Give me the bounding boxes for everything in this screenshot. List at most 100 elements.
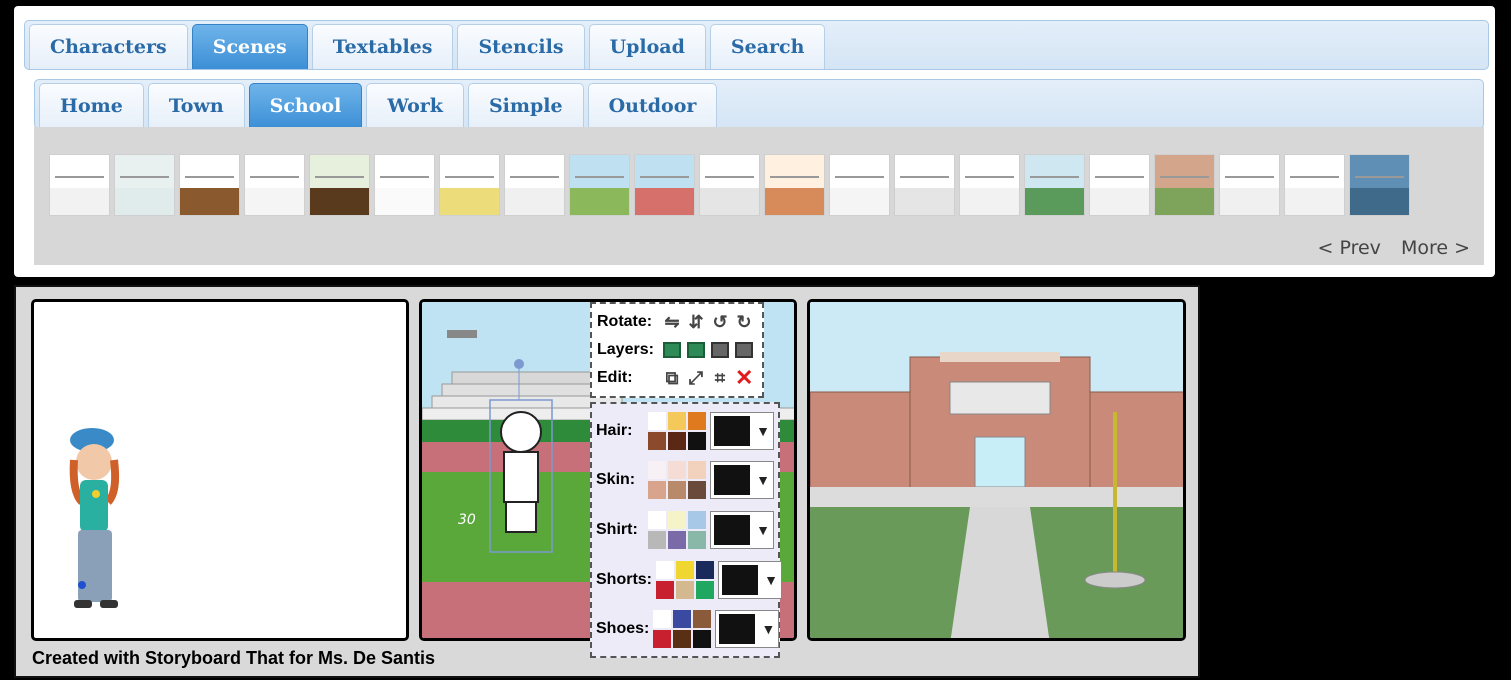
scene-thumbnail[interactable] [309, 154, 370, 216]
color-swatch[interactable] [656, 580, 674, 599]
crop-icon[interactable]: ⌗ [711, 369, 729, 387]
color-swatch[interactable] [688, 411, 706, 430]
scene-thumbnail[interactable] [764, 154, 825, 216]
scene-thumbnail[interactable] [1024, 154, 1085, 216]
scene-thumbnail[interactable] [374, 154, 435, 216]
more-button[interactable]: More > [1401, 237, 1470, 259]
color-swatch[interactable] [688, 461, 706, 480]
scene-thumbnail[interactable] [959, 154, 1020, 216]
color-swatch[interactable] [673, 610, 692, 629]
scene-thumbnail[interactable] [49, 154, 110, 216]
color-swatch[interactable] [653, 610, 672, 629]
send-backward-icon[interactable] [711, 342, 729, 358]
color-swatch[interactable] [676, 560, 694, 579]
color-picker-dropdown[interactable]: ▼ [710, 510, 774, 549]
subtab-work[interactable]: Work [366, 83, 464, 128]
color-swatch[interactable] [648, 461, 666, 480]
flip-horizontal-icon[interactable]: ⇋ [663, 313, 681, 331]
bring-to-front-icon[interactable] [663, 342, 681, 358]
scene-thumbnail[interactable] [829, 154, 890, 216]
scene-thumbnail[interactable] [244, 154, 305, 216]
copy-icon[interactable]: ⧉ [663, 369, 681, 387]
scene-thumbnail-detail [184, 176, 235, 178]
color-swatch[interactable] [693, 610, 712, 629]
resize-icon[interactable]: ⤢ [687, 369, 705, 387]
color-picker-dropdown[interactable]: ▼ [715, 610, 780, 649]
color-swatch[interactable] [688, 431, 706, 450]
prev-button[interactable]: < Prev [1318, 237, 1381, 259]
school-building-scene [810, 302, 1183, 638]
subtab-outdoor[interactable]: Outdoor [587, 83, 718, 128]
scene-thumbnail[interactable] [634, 154, 695, 216]
color-swatch[interactable] [688, 530, 706, 549]
send-to-back-icon[interactable] [735, 342, 753, 358]
tab-scenes[interactable]: Scenes [191, 24, 308, 69]
color-swatch[interactable] [693, 630, 712, 649]
scene-thumbnail[interactable] [179, 154, 240, 216]
color-picker-dropdown[interactable]: ▼ [710, 461, 774, 500]
scene-thumbnail[interactable] [569, 154, 630, 216]
color-swatch[interactable] [668, 530, 686, 549]
library-panel: Characters Scenes Textables Stencils Upload S… [14, 6, 1495, 277]
scene-thumbnail[interactable] [1089, 154, 1150, 216]
color-swatch[interactable] [696, 560, 714, 579]
color-row-label: Shorts: [596, 570, 652, 588]
tab-search[interactable]: Search [709, 24, 826, 69]
rotate-left-icon[interactable]: ↺ [711, 313, 729, 331]
storyboard-cell-3[interactable] [807, 299, 1186, 641]
color-swatch[interactable] [668, 481, 686, 500]
scene-thumbnail[interactable] [504, 154, 565, 216]
color-swatch[interactable] [668, 461, 686, 480]
color-swatch[interactable] [648, 431, 666, 450]
tab-characters[interactable]: Characters [29, 24, 188, 69]
flip-vertical-icon[interactable]: ⇵ [687, 313, 705, 331]
scene-thumbnail[interactable] [699, 154, 760, 216]
color-swatch[interactable] [648, 510, 666, 529]
color-swatch[interactable] [688, 510, 706, 529]
scene-thumbnail-ground [1155, 188, 1214, 215]
scene-thumbnail-detail [964, 176, 1015, 178]
scene-thumbnail-ground [1285, 188, 1344, 215]
color-swatch[interactable] [648, 481, 666, 500]
pager: < Prev More > [1318, 237, 1470, 259]
bring-forward-icon[interactable] [687, 342, 705, 358]
scene-thumbnail-detail [769, 176, 820, 178]
color-picker-dropdown[interactable]: ▼ [718, 560, 782, 599]
tab-textables[interactable]: Textables [311, 24, 454, 69]
color-swatch[interactable] [673, 630, 692, 649]
edit-row: Edit: ⧉ ⤢ ⌗ ✕ [597, 364, 757, 392]
scene-thumbnail[interactable] [894, 154, 955, 216]
scene-thumbnail[interactable] [1219, 154, 1280, 216]
color-swatch[interactable] [648, 530, 666, 549]
storyboard-cell-1[interactable] [31, 299, 409, 641]
subtab-town[interactable]: Town [147, 83, 245, 128]
scene-thumbnail[interactable] [1349, 154, 1410, 216]
tab-upload[interactable]: Upload [588, 24, 706, 69]
color-row-label: Shirt: [596, 520, 638, 538]
scene-thumbnail[interactable] [439, 154, 500, 216]
painter-girl-character[interactable] [34, 302, 409, 641]
color-swatch[interactable] [696, 580, 714, 599]
subtab-simple[interactable]: Simple [467, 83, 584, 128]
color-picker-dropdown[interactable]: ▼ [710, 411, 774, 450]
color-swatch[interactable] [676, 580, 694, 599]
subtab-school[interactable]: School [248, 83, 363, 128]
color-swatch[interactable] [668, 411, 686, 430]
color-swatch[interactable] [668, 510, 686, 529]
rotate-right-icon[interactable]: ↻ [735, 313, 753, 331]
color-swatch[interactable] [653, 630, 672, 649]
svg-text:30: 30 [458, 512, 476, 528]
scene-thumbnail[interactable] [1284, 154, 1345, 216]
delete-icon[interactable]: ✕ [735, 367, 753, 389]
subtab-home[interactable]: Home [39, 83, 144, 128]
tab-stencils[interactable]: Stencils [457, 24, 585, 69]
scene-thumbnail[interactable] [114, 154, 175, 216]
color-swatch[interactable] [668, 431, 686, 450]
color-swatch-grid [648, 411, 706, 450]
color-swatch[interactable] [688, 481, 706, 500]
scene-thumbnail-ground [245, 188, 304, 215]
scene-thumbnail[interactable] [1154, 154, 1215, 216]
color-swatch[interactable] [656, 560, 674, 579]
scene-thumbnail-detail [1354, 176, 1405, 178]
color-swatch[interactable] [648, 411, 666, 430]
